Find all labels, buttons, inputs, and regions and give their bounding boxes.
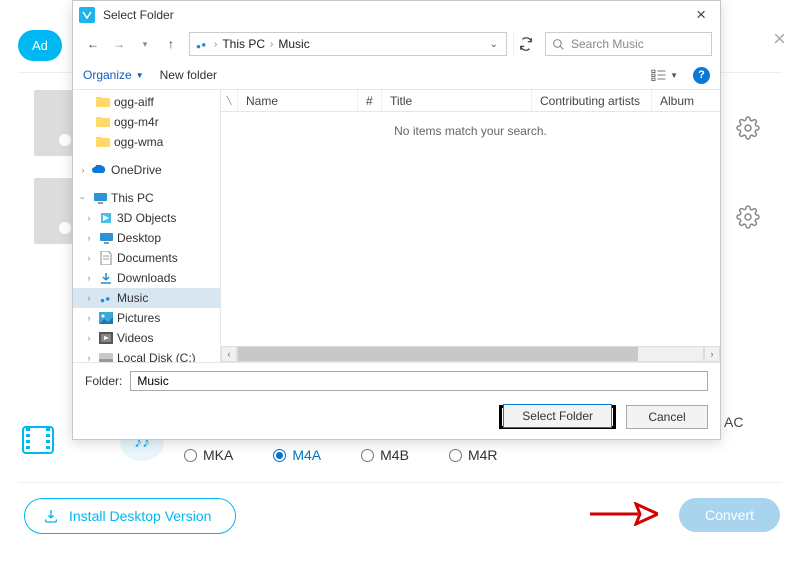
dialog-title: Select Folder xyxy=(103,8,174,22)
folder-tree[interactable]: ogg-aiff ogg-m4r ogg-wma ›OneDrive ›This… xyxy=(73,90,221,362)
select-folder-button[interactable]: Select Folder xyxy=(503,404,612,428)
up-button[interactable]: ↑ xyxy=(159,32,183,56)
tree-item[interactable]: ›Desktop xyxy=(73,228,220,248)
convert-button[interactable]: Convert xyxy=(679,498,780,532)
app-icon xyxy=(79,7,95,23)
tree-item[interactable]: ›Documents xyxy=(73,248,220,268)
refresh-button[interactable] xyxy=(513,32,537,56)
tree-item-music[interactable]: ›Music xyxy=(73,288,220,308)
tree-item[interactable]: ogg-aiff xyxy=(73,92,220,112)
search-icon xyxy=(552,38,565,51)
column-title[interactable]: Title xyxy=(382,90,532,111)
annotation-highlight: Select Folder xyxy=(499,405,616,429)
tree-item[interactable]: ›Local Disk (C:) xyxy=(73,348,220,362)
download-icon xyxy=(43,508,59,524)
forward-button[interactable]: → xyxy=(107,32,131,56)
help-icon[interactable]: ? xyxy=(693,67,710,84)
divider xyxy=(18,482,782,483)
dialog-footer: Folder: Select Folder Cancel xyxy=(73,362,720,439)
chevron-down-icon[interactable]: ⌄ xyxy=(484,39,504,50)
music-icon xyxy=(195,37,209,51)
format-radios: MKA M4A M4B M4R xyxy=(184,447,498,463)
tree-item[interactable]: ogg-wma xyxy=(73,132,220,152)
format-radio-m4a[interactable]: M4A xyxy=(273,447,321,463)
view-mode-button[interactable]: ▼ xyxy=(646,66,683,84)
search-placeholder: Search Music xyxy=(571,37,644,51)
scrollbar-track[interactable] xyxy=(237,346,704,362)
dialog-titlebar: Select Folder × xyxy=(73,1,720,29)
format-label-partial: AC xyxy=(724,414,743,430)
breadcrumb-item[interactable]: Music xyxy=(275,37,312,51)
file-list: ╲ Name # Title Contributing artists Albu… xyxy=(221,90,720,362)
format-radio-mka[interactable]: MKA xyxy=(184,447,233,463)
gear-icon[interactable] xyxy=(736,116,760,140)
empty-message: No items match your search. xyxy=(221,124,720,138)
format-radio-m4r[interactable]: M4R xyxy=(449,447,498,463)
scroll-left-icon[interactable]: ‹ xyxy=(221,346,237,362)
annotation-arrow xyxy=(588,502,658,526)
column-name[interactable]: Name xyxy=(238,90,358,111)
search-input[interactable]: Search Music xyxy=(545,32,712,56)
tree-item[interactable]: ›Pictures xyxy=(73,308,220,328)
format-radio-m4b[interactable]: M4B xyxy=(361,447,409,463)
cancel-button[interactable]: Cancel xyxy=(626,405,708,429)
column-album[interactable]: Album xyxy=(652,90,720,111)
folder-label: Folder: xyxy=(85,374,122,388)
back-button[interactable]: ← xyxy=(81,32,105,56)
tree-item[interactable]: ›Videos xyxy=(73,328,220,348)
select-folder-dialog: Select Folder × ← → ▾ ↑ › This PC › Musi… xyxy=(72,0,721,440)
chevron-right-icon[interactable]: › xyxy=(270,39,273,50)
horizontal-scrollbar[interactable]: ‹ › xyxy=(221,346,720,362)
folder-input[interactable] xyxy=(130,371,708,391)
scroll-right-icon[interactable]: › xyxy=(704,346,720,362)
install-desktop-button[interactable]: Install Desktop Version xyxy=(24,498,236,534)
organize-menu[interactable]: Organize▼ xyxy=(83,68,144,82)
sort-indicator[interactable]: ╲ xyxy=(221,90,238,111)
column-headers[interactable]: ╲ Name # Title Contributing artists Albu… xyxy=(221,90,720,112)
close-icon[interactable]: × xyxy=(773,26,786,52)
install-label: Install Desktop Version xyxy=(69,508,211,524)
breadcrumb-item[interactable]: This PC xyxy=(219,37,268,51)
chevron-right-icon[interactable]: › xyxy=(214,39,217,50)
close-icon[interactable]: × xyxy=(690,5,712,25)
tree-item-onedrive[interactable]: ›OneDrive xyxy=(73,160,220,180)
tree-item[interactable]: ›3D Objects xyxy=(73,208,220,228)
breadcrumb[interactable]: › This PC › Music ⌄ xyxy=(189,32,507,56)
dialog-nav: ← → ▾ ↑ › This PC › Music ⌄ Search Music xyxy=(73,29,720,59)
new-folder-button[interactable]: New folder xyxy=(160,68,217,82)
add-button[interactable]: Ad xyxy=(18,30,62,61)
tree-item[interactable]: ogg-m4r xyxy=(73,112,220,132)
gear-icon[interactable] xyxy=(736,205,760,229)
recent-dropdown[interactable]: ▾ xyxy=(133,32,157,56)
tree-item[interactable]: ›Downloads xyxy=(73,268,220,288)
scrollbar-thumb[interactable] xyxy=(238,347,638,361)
column-artists[interactable]: Contributing artists xyxy=(532,90,652,111)
video-icon[interactable] xyxy=(22,426,54,454)
tree-item-thispc[interactable]: ›This PC xyxy=(73,188,220,208)
column-number[interactable]: # xyxy=(358,90,382,111)
dialog-toolbar: Organize▼ New folder ▼ ? xyxy=(73,61,720,90)
